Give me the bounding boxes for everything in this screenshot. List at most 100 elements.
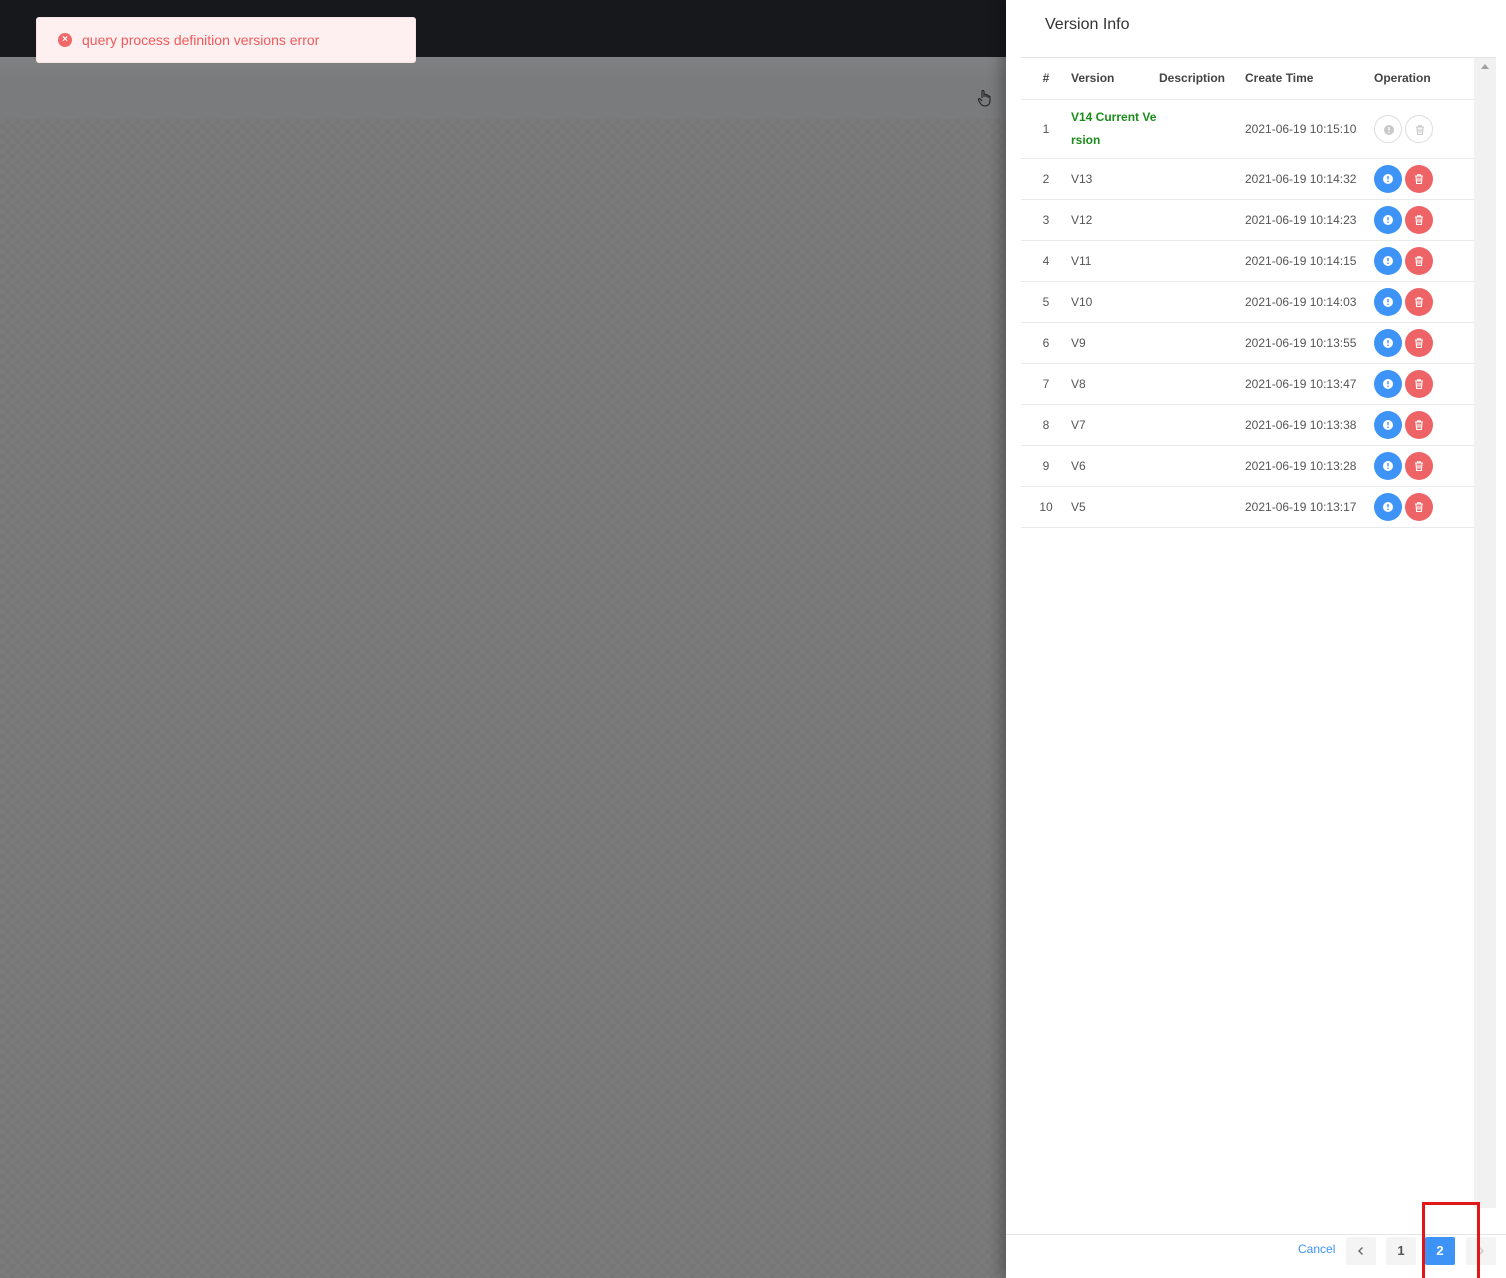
switch-version-button[interactable]	[1374, 205, 1402, 234]
trash-icon	[1415, 337, 1423, 348]
delete-version-button[interactable]	[1405, 205, 1433, 234]
clock-icon	[1383, 501, 1393, 512]
table-row: 8 V7 2021-06-19 10:13:38	[1021, 404, 1474, 446]
trash-icon	[1415, 173, 1423, 184]
row-operations	[1374, 99, 1474, 159]
delete-version-button[interactable]	[1405, 246, 1433, 275]
row-create-time: 2021-06-19 10:14:32	[1245, 158, 1374, 200]
trash-icon	[1415, 214, 1423, 225]
row-operations	[1374, 486, 1474, 528]
switch-version-button[interactable]	[1374, 369, 1402, 398]
delete-version-button[interactable]	[1405, 369, 1433, 398]
clock-icon	[1383, 419, 1393, 430]
row-version: V6	[1071, 445, 1159, 487]
row-version: V9	[1071, 322, 1159, 364]
table-row: 4 V11 2021-06-19 10:14:15	[1021, 240, 1474, 282]
table-scrollbar[interactable]	[1474, 58, 1496, 1208]
hand-pointer-icon[interactable]	[977, 89, 993, 107]
clock-icon	[1383, 214, 1393, 225]
row-create-time: 2021-06-19 10:13:38	[1245, 404, 1374, 446]
switch-version-button[interactable]	[1374, 246, 1402, 275]
row-operations	[1374, 322, 1474, 364]
row-description	[1159, 158, 1245, 200]
switch-version-button[interactable]	[1374, 114, 1402, 143]
chevron-left-icon	[1358, 1247, 1363, 1255]
row-version: V14 Current Ve rsion	[1071, 99, 1159, 159]
row-index: 8	[1021, 404, 1071, 446]
col-header-operation: Operation	[1374, 58, 1474, 100]
version-table: # Version Description Create Time Operat…	[1021, 58, 1474, 528]
pagination-page-1[interactable]: 1	[1386, 1237, 1416, 1265]
version-table-container: # Version Description Create Time Operat…	[1021, 58, 1474, 1208]
switch-version-button[interactable]	[1374, 328, 1402, 357]
row-operations	[1374, 445, 1474, 487]
row-description	[1159, 199, 1245, 241]
delete-version-button[interactable]	[1405, 410, 1433, 439]
delete-version-button[interactable]	[1405, 492, 1433, 521]
delete-version-button[interactable]	[1405, 451, 1433, 480]
col-header-version: Version	[1071, 58, 1159, 100]
row-create-time: 2021-06-19 10:15:10	[1245, 99, 1374, 159]
row-index: 4	[1021, 240, 1071, 282]
clock-icon	[1383, 378, 1393, 389]
switch-version-button[interactable]	[1374, 492, 1402, 521]
delete-version-button[interactable]	[1405, 328, 1433, 357]
scroll-up-arrow-icon[interactable]	[1481, 64, 1489, 69]
highlight-box	[1422, 1202, 1480, 1278]
drawer-title: Version Info	[1045, 16, 1130, 33]
delete-version-button[interactable]	[1405, 114, 1433, 143]
clock-icon	[1384, 124, 1394, 135]
clock-icon	[1383, 337, 1393, 348]
row-index: 7	[1021, 363, 1071, 405]
col-header-index: #	[1021, 58, 1071, 100]
table-row: 2 V13 2021-06-19 10:14:32	[1021, 158, 1474, 200]
error-toast: × query process definition versions erro…	[36, 17, 416, 63]
clock-icon	[1383, 460, 1393, 471]
trash-icon	[1415, 296, 1423, 307]
row-description	[1159, 322, 1245, 364]
table-row: 10 V5 2021-06-19 10:13:17	[1021, 486, 1474, 528]
table-row: 6 V9 2021-06-19 10:13:55	[1021, 322, 1474, 364]
trash-icon	[1415, 378, 1423, 389]
switch-version-button[interactable]	[1374, 287, 1402, 316]
version-info-drawer: Version Info # Version Description Creat…	[1006, 0, 1506, 1278]
trash-icon	[1415, 419, 1423, 430]
trash-icon	[1415, 501, 1423, 512]
table-row: 1 V14 Current Ve rsion 2021-06-19 10:15:10	[1021, 99, 1474, 159]
trash-icon	[1415, 255, 1423, 266]
table-row: 5 V10 2021-06-19 10:14:03	[1021, 281, 1474, 323]
table-row: 9 V6 2021-06-19 10:13:28	[1021, 445, 1474, 487]
row-description	[1159, 445, 1245, 487]
switch-version-button[interactable]	[1374, 410, 1402, 439]
row-description	[1159, 99, 1245, 159]
delete-version-button[interactable]	[1405, 164, 1433, 193]
switch-version-button[interactable]	[1374, 164, 1402, 193]
table-row: 7 V8 2021-06-19 10:13:47	[1021, 363, 1474, 405]
row-create-time: 2021-06-19 10:14:23	[1245, 199, 1374, 241]
row-create-time: 2021-06-19 10:14:03	[1245, 281, 1374, 323]
row-version: V10	[1071, 281, 1159, 323]
row-index: 9	[1021, 445, 1071, 487]
row-operations	[1374, 158, 1474, 200]
row-create-time: 2021-06-19 10:13:47	[1245, 363, 1374, 405]
table-header-row: # Version Description Create Time Operat…	[1021, 58, 1474, 100]
switch-version-button[interactable]	[1374, 451, 1402, 480]
row-operations	[1374, 363, 1474, 405]
row-create-time: 2021-06-19 10:13:28	[1245, 445, 1374, 487]
clock-icon	[1383, 255, 1393, 266]
row-version: V13	[1071, 158, 1159, 200]
row-index: 6	[1021, 322, 1071, 364]
cancel-button[interactable]: Cancel	[1298, 1242, 1335, 1256]
row-version: V8	[1071, 363, 1159, 405]
clock-icon	[1383, 173, 1393, 184]
row-operations	[1374, 281, 1474, 323]
dag-canvas	[0, 119, 1006, 1278]
pagination-prev-button[interactable]	[1346, 1237, 1376, 1265]
table-row: 3 V12 2021-06-19 10:14:23	[1021, 199, 1474, 241]
row-version: V7	[1071, 404, 1159, 446]
row-version: V11	[1071, 240, 1159, 282]
row-create-time: 2021-06-19 10:14:15	[1245, 240, 1374, 282]
delete-version-button[interactable]	[1405, 287, 1433, 316]
row-version: V5	[1071, 486, 1159, 528]
row-operations	[1374, 240, 1474, 282]
